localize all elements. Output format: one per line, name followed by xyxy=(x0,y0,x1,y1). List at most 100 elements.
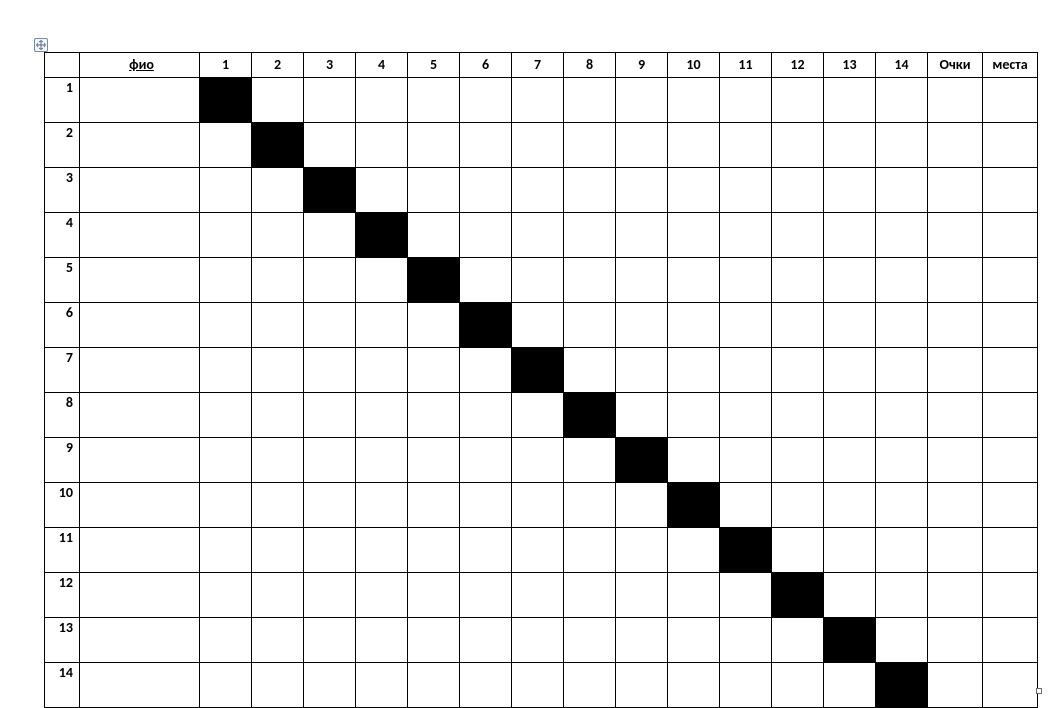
place-cell[interactable] xyxy=(983,393,1038,438)
table-anchor-icon[interactable] xyxy=(34,38,48,52)
score-cell[interactable] xyxy=(460,663,512,708)
score-cell[interactable] xyxy=(772,528,824,573)
score-cell[interactable] xyxy=(876,258,928,303)
score-cell[interactable] xyxy=(616,348,668,393)
score-cell[interactable] xyxy=(252,528,304,573)
score-cell[interactable] xyxy=(772,483,824,528)
score-cell[interactable] xyxy=(460,483,512,528)
score-cell[interactable] xyxy=(356,123,408,168)
score-cell[interactable] xyxy=(200,348,252,393)
score-cell[interactable] xyxy=(564,213,616,258)
score-cell[interactable] xyxy=(512,258,564,303)
score-cell[interactable] xyxy=(876,528,928,573)
score-cell[interactable] xyxy=(252,213,304,258)
score-cell[interactable] xyxy=(876,393,928,438)
score-cell[interactable] xyxy=(512,78,564,123)
score-cell[interactable] xyxy=(772,663,824,708)
score-cell[interactable] xyxy=(668,618,720,663)
score-cell[interactable] xyxy=(616,573,668,618)
place-cell[interactable] xyxy=(983,483,1038,528)
score-cell[interactable] xyxy=(720,618,772,663)
score-cell[interactable] xyxy=(252,573,304,618)
score-cell[interactable] xyxy=(772,258,824,303)
place-cell[interactable] xyxy=(983,213,1038,258)
score-cell[interactable] xyxy=(512,123,564,168)
score-cell[interactable] xyxy=(356,528,408,573)
score-cell[interactable] xyxy=(408,303,460,348)
score-cell[interactable] xyxy=(408,123,460,168)
score-cell[interactable] xyxy=(408,348,460,393)
score-cell[interactable] xyxy=(772,123,824,168)
score-cell[interactable] xyxy=(200,393,252,438)
score-cell[interactable] xyxy=(616,78,668,123)
score-cell[interactable] xyxy=(616,393,668,438)
score-cell[interactable] xyxy=(356,348,408,393)
place-cell[interactable] xyxy=(983,303,1038,348)
score-cell[interactable] xyxy=(252,393,304,438)
score-cell[interactable] xyxy=(304,573,356,618)
score-cell[interactable] xyxy=(408,663,460,708)
score-cell[interactable] xyxy=(720,213,772,258)
place-cell[interactable] xyxy=(983,438,1038,483)
score-cell[interactable] xyxy=(200,483,252,528)
score-cell[interactable] xyxy=(304,393,356,438)
score-cell[interactable] xyxy=(200,213,252,258)
score-cell[interactable] xyxy=(512,663,564,708)
points-cell[interactable] xyxy=(928,78,983,123)
score-cell[interactable] xyxy=(824,303,876,348)
score-cell[interactable] xyxy=(252,348,304,393)
score-cell[interactable] xyxy=(304,123,356,168)
name-cell[interactable] xyxy=(80,78,200,123)
name-cell[interactable] xyxy=(80,528,200,573)
score-cell[interactable] xyxy=(668,303,720,348)
score-cell[interactable] xyxy=(616,528,668,573)
score-cell[interactable] xyxy=(200,663,252,708)
score-cell[interactable] xyxy=(668,348,720,393)
score-cell[interactable] xyxy=(824,438,876,483)
score-cell[interactable] xyxy=(720,123,772,168)
score-cell[interactable] xyxy=(512,393,564,438)
score-cell[interactable] xyxy=(772,393,824,438)
score-cell[interactable] xyxy=(824,528,876,573)
score-cell[interactable] xyxy=(512,168,564,213)
score-cell[interactable] xyxy=(408,78,460,123)
score-cell[interactable] xyxy=(252,663,304,708)
score-cell[interactable] xyxy=(460,393,512,438)
name-cell[interactable] xyxy=(80,303,200,348)
score-cell[interactable] xyxy=(720,393,772,438)
score-cell[interactable] xyxy=(460,168,512,213)
points-cell[interactable] xyxy=(928,483,983,528)
score-cell[interactable] xyxy=(668,438,720,483)
score-cell[interactable] xyxy=(720,303,772,348)
points-cell[interactable] xyxy=(928,663,983,708)
score-cell[interactable] xyxy=(356,168,408,213)
score-cell[interactable] xyxy=(200,123,252,168)
score-cell[interactable] xyxy=(668,528,720,573)
score-cell[interactable] xyxy=(356,393,408,438)
score-cell[interactable] xyxy=(720,573,772,618)
score-cell[interactable] xyxy=(356,618,408,663)
points-cell[interactable] xyxy=(928,438,983,483)
score-cell[interactable] xyxy=(408,438,460,483)
score-cell[interactable] xyxy=(460,573,512,618)
score-cell[interactable] xyxy=(616,303,668,348)
place-cell[interactable] xyxy=(983,258,1038,303)
score-cell[interactable] xyxy=(252,483,304,528)
place-cell[interactable] xyxy=(983,618,1038,663)
score-cell[interactable] xyxy=(200,168,252,213)
score-cell[interactable] xyxy=(824,123,876,168)
score-cell[interactable] xyxy=(304,528,356,573)
score-cell[interactable] xyxy=(668,663,720,708)
name-cell[interactable] xyxy=(80,168,200,213)
score-cell[interactable] xyxy=(876,78,928,123)
points-cell[interactable] xyxy=(928,393,983,438)
score-cell[interactable] xyxy=(824,393,876,438)
score-cell[interactable] xyxy=(772,348,824,393)
score-cell[interactable] xyxy=(408,168,460,213)
score-cell[interactable] xyxy=(720,438,772,483)
score-cell[interactable] xyxy=(876,483,928,528)
points-cell[interactable] xyxy=(928,528,983,573)
score-cell[interactable] xyxy=(512,483,564,528)
name-cell[interactable] xyxy=(80,258,200,303)
score-cell[interactable] xyxy=(200,303,252,348)
